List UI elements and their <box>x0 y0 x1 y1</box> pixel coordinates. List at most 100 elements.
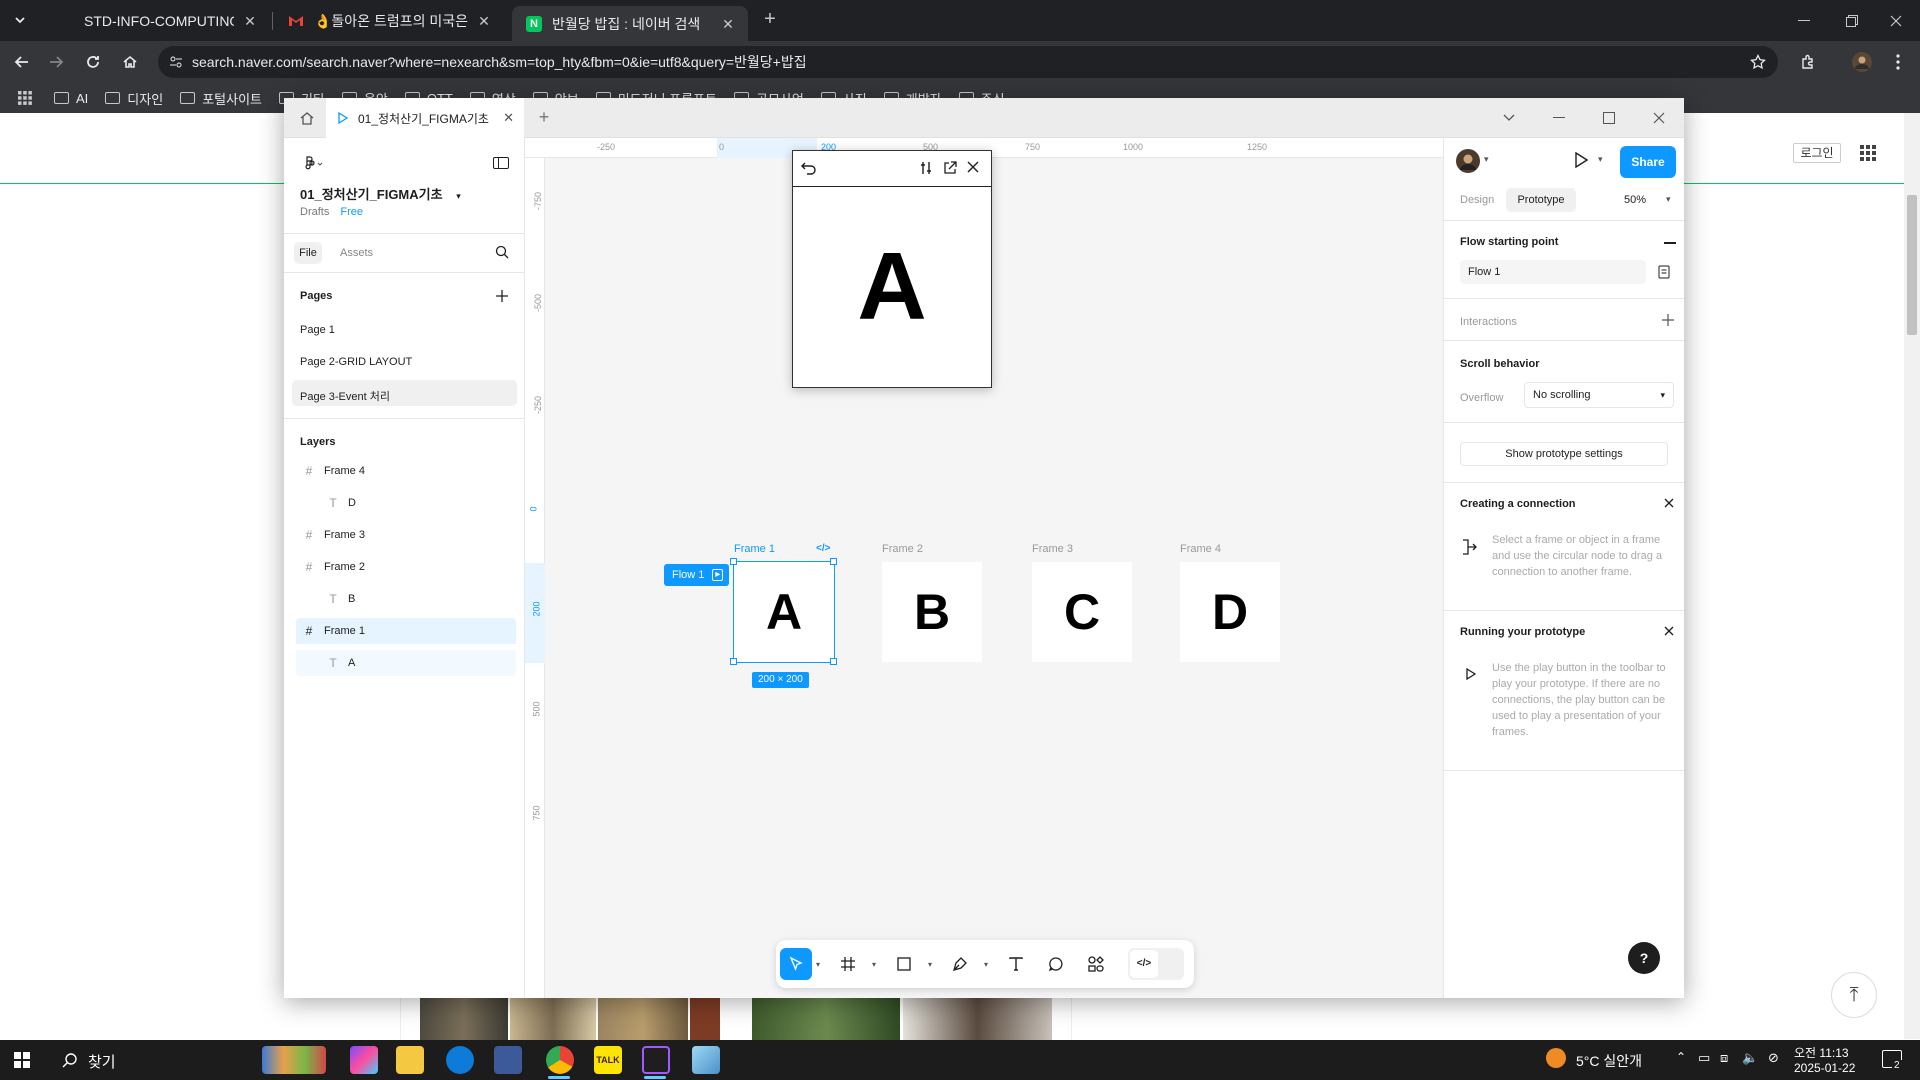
file-explorer-icon[interactable] <box>396 1046 424 1074</box>
add-interaction-icon[interactable] <box>1662 314 1674 326</box>
close-tab-icon[interactable]: ✕ <box>476 13 492 29</box>
network-icon[interactable]: ▭ <box>1698 1050 1710 1066</box>
comment-tool-icon[interactable] <box>1040 948 1072 980</box>
reload-icon[interactable] <box>81 50 105 74</box>
page-item-3[interactable]: Page 3-Event 처리 <box>300 388 390 404</box>
result-image[interactable] <box>690 997 720 1040</box>
address-bar[interactable]: search.naver.com/search.naver?where=nexe… <box>158 46 1778 78</box>
new-tab-button[interactable]: + <box>758 8 782 32</box>
chevron-down-icon[interactable]: ▾ <box>872 960 876 969</box>
layer-text-a[interactable]: T A <box>296 650 516 676</box>
chrome-icon[interactable] <box>546 1046 574 1074</box>
new-figma-tab-button[interactable]: + <box>532 106 556 130</box>
sidebar-toggle-icon[interactable] <box>492 154 510 172</box>
bookmark-folder[interactable]: 디자인 <box>105 89 163 108</box>
result-image[interactable] <box>752 997 900 1040</box>
resize-handle[interactable] <box>730 658 737 665</box>
naver-login-button[interactable]: 로그인 <box>1793 143 1841 163</box>
chevron-down-icon[interactable]: ▾ <box>928 960 932 969</box>
remove-flow-icon[interactable] <box>1664 242 1676 244</box>
resize-handle[interactable] <box>730 558 737 565</box>
show-prototype-settings-button[interactable]: Show prototype settings <box>1460 442 1668 466</box>
kakaotalk-icon[interactable]: TALK <box>594 1046 622 1074</box>
frame-label-2[interactable]: Frame 2 <box>882 543 923 555</box>
browser-tab-1[interactable]: STD-INFO-COMPUTING-WEB-... ✕ <box>44 0 270 41</box>
chevron-down-icon[interactable]: ▾ <box>984 960 988 969</box>
restore-icon[interactable] <box>1828 0 1876 41</box>
windows-start-icon[interactable] <box>14 1052 30 1068</box>
result-image[interactable] <box>903 997 1052 1040</box>
copilot-icon[interactable] <box>350 1046 378 1074</box>
bookmark-star-icon[interactable] <box>1750 54 1766 70</box>
result-image[interactable] <box>598 997 688 1040</box>
taskbar-search-box[interactable]: 찾기 <box>88 1051 116 1072</box>
chevron-down-icon[interactable]: ▾ <box>1484 154 1489 165</box>
restart-icon[interactable] <box>801 161 817 175</box>
flow-play-icon[interactable]: ▸ <box>712 569 724 581</box>
chevron-up-icon[interactable]: ⌃ <box>1676 1050 1686 1064</box>
text-tool-icon[interactable] <box>1000 948 1032 980</box>
frame-3[interactable]: C <box>1032 562 1132 662</box>
resize-handle[interactable] <box>830 558 837 565</box>
actions-tool-icon[interactable] <box>1080 948 1112 980</box>
clock-date[interactable]: 2025-01-22 <box>1794 1061 1855 1075</box>
close-tab-icon[interactable]: ✕ <box>503 110 514 126</box>
chevron-down-icon[interactable] <box>1484 98 1534 138</box>
tab-search-icon[interactable] <box>8 8 32 32</box>
minimize-icon[interactable] <box>1534 98 1584 138</box>
weather-text[interactable]: 5°C 실안개 <box>1576 1051 1642 1071</box>
close-tab-icon[interactable]: ✕ <box>242 13 258 29</box>
profile-avatar[interactable] <box>1850 50 1874 74</box>
site-info-icon[interactable] <box>168 54 184 70</box>
chevron-down-icon[interactable]: ▾ <box>1598 154 1603 165</box>
frame-4[interactable]: D <box>1180 562 1280 662</box>
close-window-icon[interactable] <box>1872 0 1920 41</box>
clock-time[interactable]: 오전 11:13 <box>1794 1044 1849 1061</box>
chevron-down-icon[interactable]: ▾ <box>816 960 820 969</box>
code-icon[interactable]: </> <box>816 543 830 554</box>
search-icon[interactable] <box>62 1052 78 1068</box>
layer-frame-4[interactable]: # Frame 4 <box>296 458 516 484</box>
close-icon[interactable] <box>1664 498 1674 508</box>
add-page-icon[interactable] <box>494 288 510 304</box>
back-icon[interactable] <box>10 50 34 74</box>
zoom-level[interactable]: 50% <box>1624 194 1646 206</box>
browser-tab-3-active[interactable]: N 반월당 밥집 : 네이버 검색 ✕ <box>512 6 748 41</box>
forward-icon[interactable] <box>44 50 68 74</box>
bookmark-folder[interactable]: AI <box>54 91 88 106</box>
result-image[interactable] <box>510 997 596 1040</box>
open-new-window-icon[interactable] <box>943 161 957 175</box>
plan-badge[interactable]: Free <box>340 206 363 218</box>
chevron-down-icon[interactable]: ▾ <box>1666 194 1671 205</box>
weather-icon[interactable] <box>1546 1048 1566 1068</box>
display-icon[interactable]: ⧈ <box>1720 1050 1728 1066</box>
tab-design[interactable]: Design <box>1460 194 1494 206</box>
layer-frame-1-selected[interactable]: # Frame 1 <box>296 618 516 644</box>
chrome-menu-icon[interactable] <box>1886 50 1910 74</box>
layer-text-b[interactable]: T B <box>296 586 516 612</box>
close-icon[interactable] <box>1664 626 1674 636</box>
edge-icon[interactable] <box>446 1046 474 1074</box>
frame-2[interactable]: B <box>882 562 982 662</box>
search-icon[interactable] <box>494 244 510 260</box>
frame-label-1[interactable]: Frame 1 <box>734 543 775 555</box>
scrollbar-thumb[interactable] <box>1907 195 1917 335</box>
user-avatar[interactable] <box>1456 149 1480 173</box>
tab-assets[interactable]: Assets <box>340 242 373 264</box>
naver-menu-grid-icon[interactable] <box>1860 145 1876 161</box>
flow-description-icon[interactable] <box>1658 265 1670 279</box>
layer-frame-3[interactable]: # Frame 3 <box>296 522 516 548</box>
home-icon[interactable] <box>288 98 326 138</box>
overflow-select[interactable]: No scrolling ▾ <box>1524 382 1674 408</box>
figma-icon[interactable] <box>642 1046 670 1074</box>
volume-icon[interactable]: 🔈 <box>1742 1050 1758 1066</box>
help-button[interactable]: ? <box>1628 942 1660 974</box>
bookmark-folder[interactable]: 포털사이트 <box>180 89 262 108</box>
tab-file[interactable]: File <box>294 242 322 264</box>
settings-sliders-icon[interactable] <box>919 161 933 175</box>
share-button[interactable]: Share <box>1620 146 1676 178</box>
layer-frame-2[interactable]: # Frame 2 <box>296 554 516 580</box>
maximize-icon[interactable] <box>1584 98 1634 138</box>
tab-prototype[interactable]: Prototype <box>1506 188 1576 212</box>
flow-badge[interactable]: Flow 1 ▸ <box>664 564 730 586</box>
